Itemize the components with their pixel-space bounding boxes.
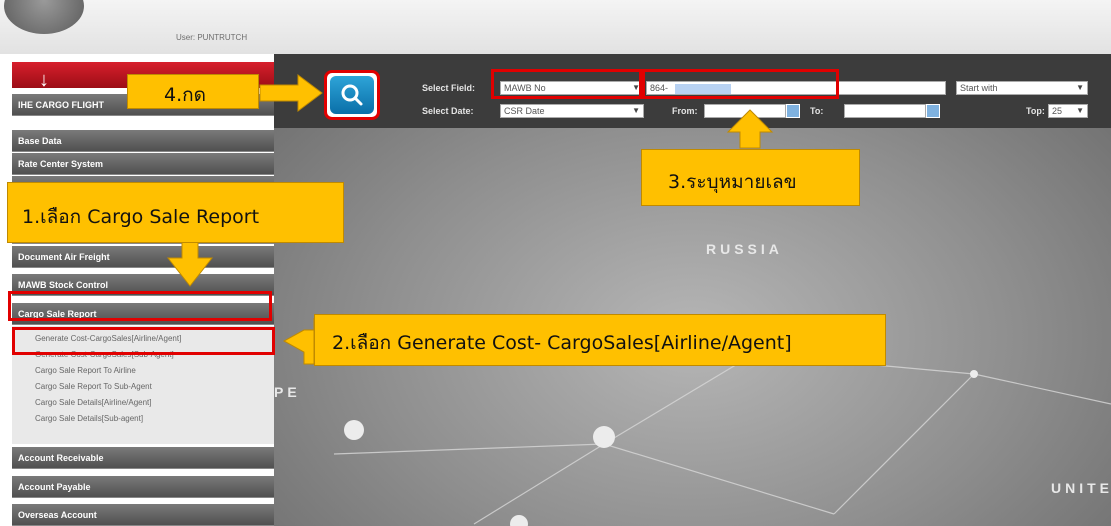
top-count-value: 25	[1052, 106, 1063, 116]
map-label-unite: UNITE	[1051, 480, 1111, 496]
submenu-cargo-sale-report-sub-agent[interactable]: Cargo Sale Report To Sub-Agent	[35, 382, 152, 391]
callout-step3: 3.ระบุหมายเลข	[641, 149, 860, 206]
arrow-down-icon[interactable]: ↓	[39, 69, 49, 92]
sidebar-item-rate-center[interactable]: Rate Center System	[12, 153, 274, 175]
top-count-dropdown[interactable]: 25 ▼	[1048, 104, 1088, 118]
sidebar-item-account-payable[interactable]: Account Payable	[12, 476, 274, 498]
to-label: To:	[810, 106, 824, 116]
highlight-cargo-sale-report	[8, 291, 272, 321]
chevron-down-icon: ▼	[632, 106, 640, 115]
select-field-label: Select Field:	[422, 83, 476, 93]
app-logo	[4, 0, 84, 34]
map-label-pe: PE	[274, 384, 301, 400]
highlight-generate-cost	[12, 327, 275, 355]
from-label: From:	[672, 106, 698, 116]
calendar-icon[interactable]	[786, 104, 800, 118]
to-date-input[interactable]	[844, 104, 926, 118]
highlight-select-field	[491, 69, 642, 99]
sidebar-item-overseas-account[interactable]: Overseas Account	[12, 504, 274, 526]
map-label-russia: RUSSIA	[706, 241, 783, 257]
callout-step4: 4.กด	[127, 74, 259, 109]
match-mode-value: Start with	[960, 83, 998, 93]
callout-step2: 2.เลือก Generate Cost- CargoSales[Airlin…	[314, 314, 886, 366]
user-label: User: PUNTRUTCH	[176, 33, 248, 42]
sidebar-item-account-receivable[interactable]: Account Receivable	[12, 447, 274, 469]
submenu-cargo-sale-report-airline[interactable]: Cargo Sale Report To Airline	[35, 366, 136, 375]
callout-step1: 1.เลือก Cargo Sale Report	[7, 182, 344, 243]
from-date-input[interactable]	[704, 104, 786, 118]
sidebar: ↓ IHE CARGO FLIGHT Base Data Rate Center…	[0, 54, 274, 526]
match-mode-dropdown[interactable]: Start with ▼	[956, 81, 1088, 95]
sidebar-item-base-data[interactable]: Base Data	[12, 130, 274, 152]
highlight-mawb-input	[642, 69, 839, 99]
chevron-down-icon: ▼	[1076, 106, 1084, 115]
chevron-down-icon: ▼	[1076, 83, 1084, 92]
magnifier-icon	[341, 84, 363, 106]
search-button[interactable]	[324, 70, 380, 120]
submenu-cargo-sale-details-airline[interactable]: Cargo Sale Details[Airline/Agent]	[35, 398, 152, 407]
calendar-icon[interactable]	[926, 104, 940, 118]
sidebar-item-document-air-freight[interactable]: Document Air Freight	[12, 246, 274, 268]
search-button-face[interactable]	[330, 76, 374, 114]
select-date-dropdown[interactable]: CSR Date ▼	[500, 104, 644, 118]
top-header: User: PUNTRUTCH	[0, 0, 1111, 54]
submenu-cargo-sale-details-sub-agent[interactable]: Cargo Sale Details[Sub-agent]	[35, 414, 143, 423]
top-label: Top:	[1026, 106, 1045, 116]
select-date-value: CSR Date	[504, 106, 545, 116]
select-date-label: Select Date:	[422, 106, 474, 116]
